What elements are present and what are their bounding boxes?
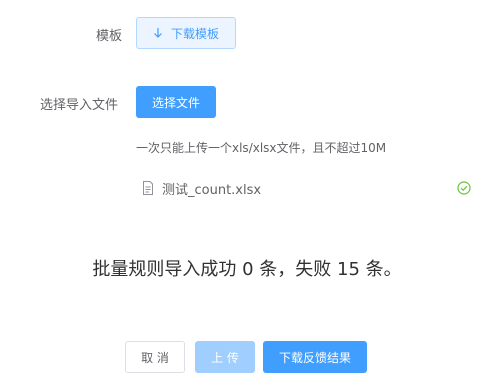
circle-check-icon — [457, 181, 471, 195]
download-template-label: 下载模板 — [170, 26, 219, 41]
download-feedback-button[interactable]: 下载反馈结果 — [263, 341, 367, 373]
download-template-button[interactable]: 下载模板 — [136, 17, 236, 49]
cancel-button[interactable]: 取 消 — [125, 341, 185, 373]
upload-tip: 一次只能上传一个xls/xlsx文件，且不超过10M — [136, 141, 387, 155]
import-result-message: 批量规则导入成功 0 条，失败 15 条。 — [92, 259, 402, 280]
upload-button[interactable]: 上 传 — [195, 341, 255, 373]
template-label: 模板 — [96, 29, 123, 44]
file-name: 测试_count.xlsx — [162, 182, 262, 198]
document-icon — [143, 181, 153, 195]
arrow-down-icon — [154, 28, 162, 38]
uploaded-file-item[interactable]: 测试_count.xlsx — [136, 176, 476, 200]
select-file-label: 选择导入文件 — [40, 98, 119, 113]
select-file-button[interactable]: 选择文件 — [136, 86, 216, 118]
